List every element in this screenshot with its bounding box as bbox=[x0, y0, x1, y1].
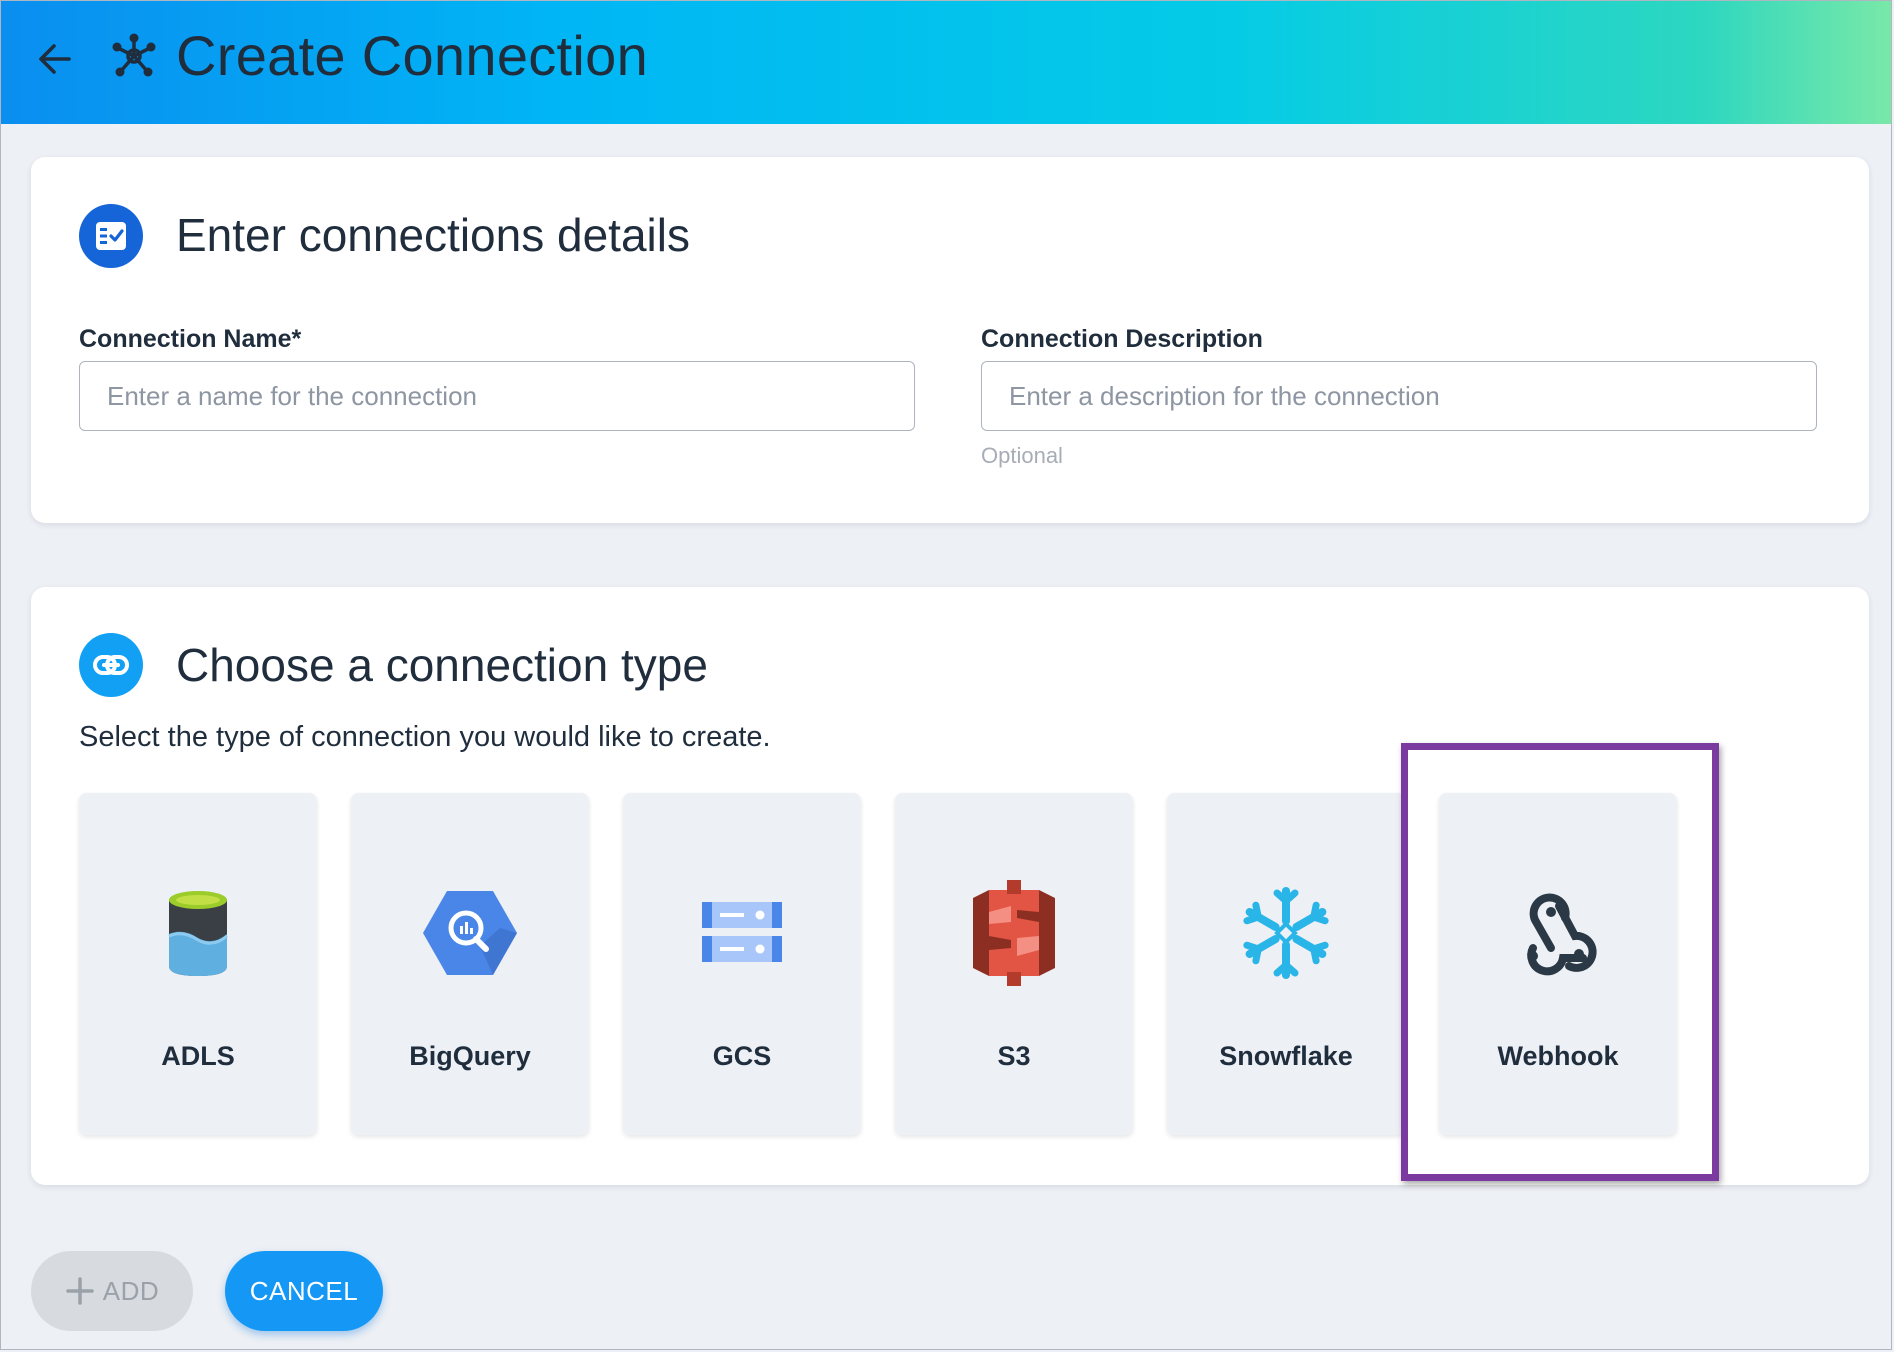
add-button-label: ADD bbox=[102, 1275, 160, 1306]
s3-icon bbox=[954, 873, 1074, 993]
cancel-button-label: CANCEL bbox=[249, 1275, 359, 1306]
cancel-button[interactable]: CANCEL bbox=[225, 1251, 383, 1331]
connection-type-adls[interactable]: ADLS bbox=[79, 793, 317, 1135]
link-icon bbox=[79, 633, 143, 697]
app-frame: Create Connection Enter connections deta… bbox=[0, 0, 1892, 1350]
add-button[interactable]: ADD bbox=[31, 1251, 193, 1331]
connection-description-input[interactable] bbox=[981, 361, 1817, 431]
tile-label: ADLS bbox=[161, 1041, 235, 1071]
network-hub-icon bbox=[112, 33, 156, 77]
connection-type-gcs[interactable]: GCS bbox=[623, 793, 861, 1135]
type-section-title: Choose a connection type bbox=[176, 639, 708, 691]
connection-type-s3[interactable]: S3 bbox=[895, 793, 1133, 1135]
tile-label: Snowflake bbox=[1219, 1041, 1353, 1071]
connection-type-card: Choose a connection type Select the type… bbox=[31, 587, 1869, 1185]
plus-icon bbox=[66, 1277, 94, 1305]
tile-label: S3 bbox=[997, 1041, 1031, 1071]
tile-label: BigQuery bbox=[409, 1041, 531, 1071]
connection-details-card: Enter connections details Connection Nam… bbox=[31, 157, 1869, 523]
connection-type-snowflake[interactable]: Snowflake bbox=[1167, 793, 1405, 1135]
bigquery-icon bbox=[410, 873, 530, 993]
page-title: Create Connection bbox=[176, 24, 649, 87]
tile-label: Webhook bbox=[1497, 1041, 1619, 1071]
connection-description-label: Connection Description bbox=[981, 325, 1263, 353]
page-header: Create Connection bbox=[1, 1, 1891, 124]
form-check-icon bbox=[79, 204, 143, 268]
type-section-subtitle: Select the type of connection you would … bbox=[79, 721, 771, 753]
snowflake-icon bbox=[1226, 873, 1346, 993]
details-section-title: Enter connections details bbox=[176, 209, 690, 261]
connection-name-label: Connection Name* bbox=[79, 325, 302, 353]
connection-type-webhook[interactable]: Webhook bbox=[1439, 793, 1677, 1135]
webhook-icon bbox=[1498, 873, 1618, 993]
tile-label: GCS bbox=[712, 1041, 772, 1071]
gcs-icon bbox=[682, 873, 802, 993]
arrow-left-icon[interactable] bbox=[35, 39, 75, 79]
adls-icon bbox=[138, 873, 258, 993]
connection-type-bigquery[interactable]: BigQuery bbox=[351, 793, 589, 1135]
description-helper-text: Optional bbox=[981, 443, 1063, 468]
connection-name-input[interactable] bbox=[79, 361, 915, 431]
